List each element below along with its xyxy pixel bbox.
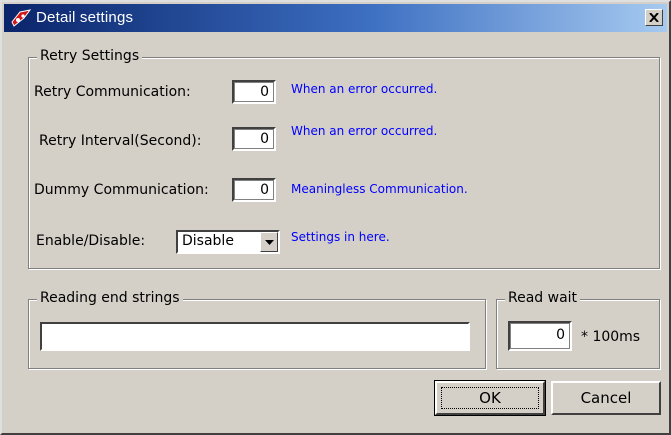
retry-communication-label: Retry Communication: — [34, 84, 191, 100]
cancel-button-label: Cancel — [580, 389, 632, 407]
retry-communication-field[interactable]: 0 — [232, 80, 276, 104]
reading-end-strings-legend: Reading end strings — [37, 290, 183, 306]
retry-settings-legend: Retry Settings — [37, 48, 143, 64]
retry-interval-label: Retry Interval(Second): — [39, 133, 202, 149]
enable-disable-value: Disable — [182, 233, 234, 249]
read-wait-unit: * 100ms — [581, 329, 641, 345]
retry-communication-hint: When an error occurred. — [291, 82, 438, 96]
read-wait-field[interactable]: 0 — [508, 321, 572, 351]
dropdown-arrow-button[interactable] — [260, 232, 278, 252]
reading-end-strings-input[interactable] — [40, 322, 470, 351]
window-title: Detail settings — [36, 9, 134, 26]
close-icon — [649, 13, 659, 22]
ok-button[interactable]: OK — [434, 380, 546, 416]
dummy-communication-field[interactable]: 0 — [232, 178, 276, 202]
cancel-button[interactable]: Cancel — [551, 381, 661, 415]
close-button[interactable] — [645, 9, 663, 26]
chevron-down-icon — [265, 240, 274, 245]
dummy-communication-hint: Meaningless Communication. — [291, 182, 468, 196]
enable-disable-label: Enable/Disable: — [36, 233, 146, 249]
enable-disable-select[interactable]: Disable — [176, 230, 280, 254]
app-icon — [11, 9, 32, 27]
focus-rectangle — [441, 387, 539, 409]
title-bar[interactable]: Detail settings — [4, 4, 667, 32]
dummy-communication-label: Dummy Communication: — [34, 182, 209, 198]
retry-interval-hint: When an error occurred. — [291, 124, 438, 138]
read-wait-legend: Read wait — [505, 290, 581, 306]
detail-settings-dialog: Detail settings Retry Settings Retry Com… — [0, 0, 671, 435]
enable-disable-hint: Settings in here. — [291, 230, 390, 244]
retry-interval-field[interactable]: 0 — [232, 127, 276, 151]
